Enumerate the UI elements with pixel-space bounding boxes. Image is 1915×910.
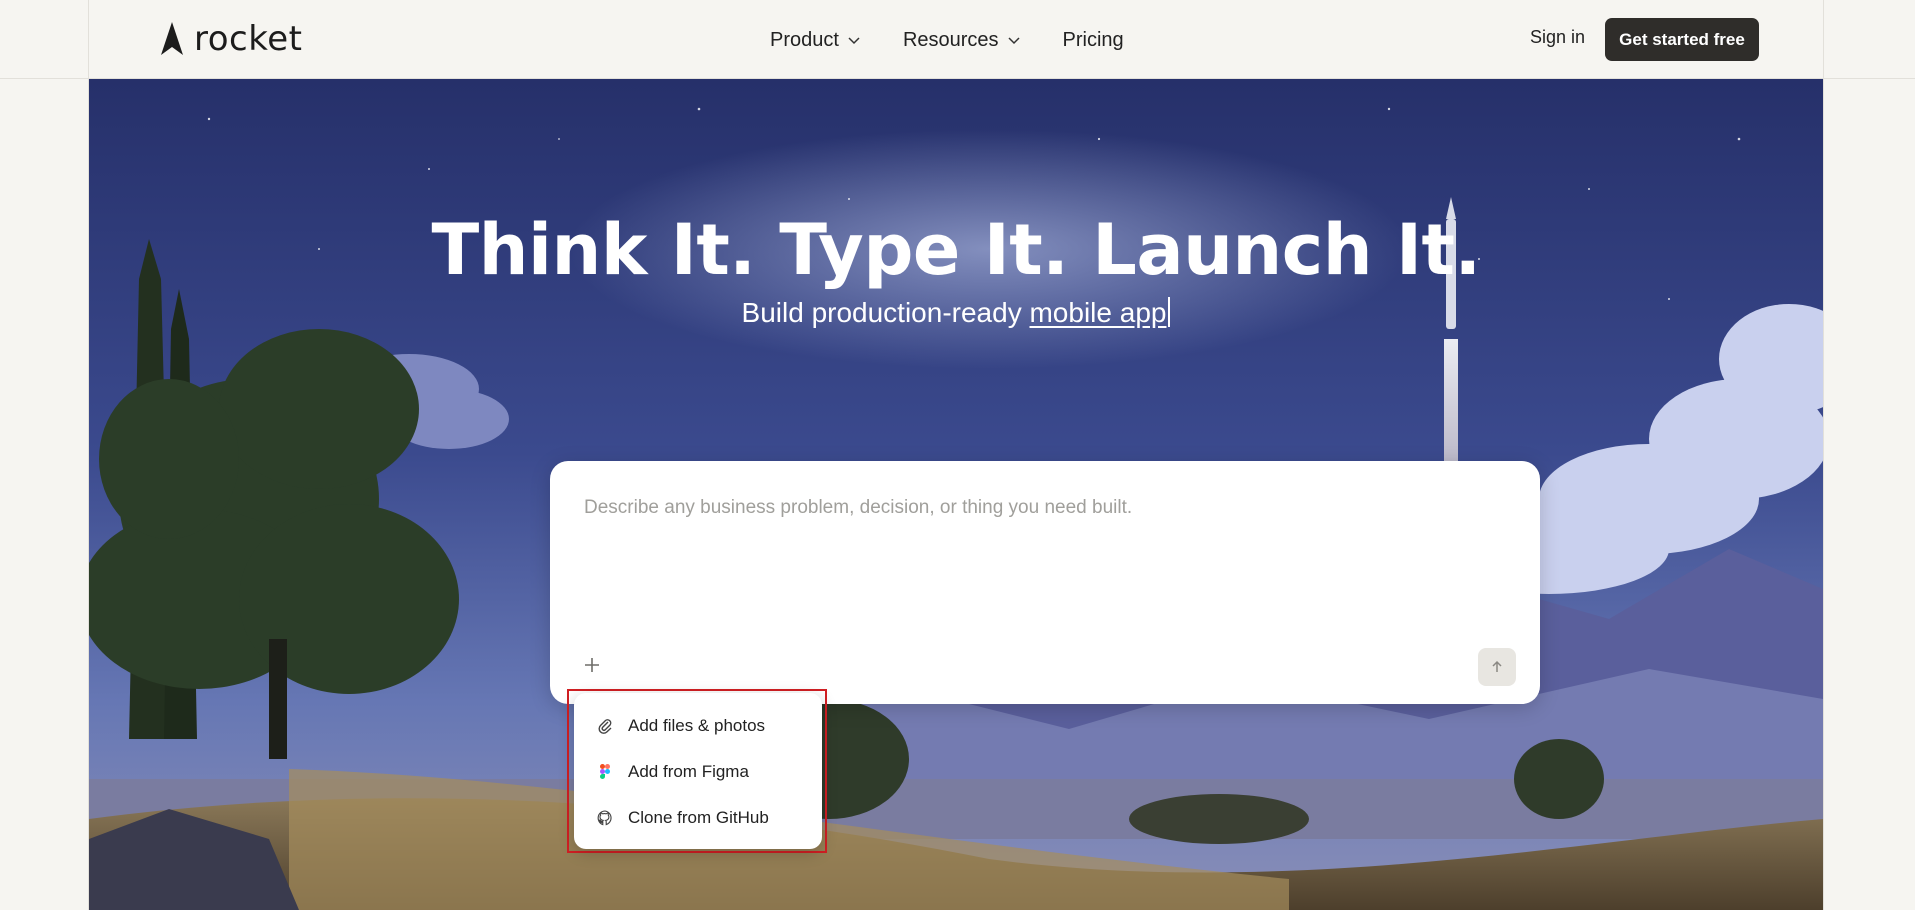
nav-item-label: Resources [902, 28, 999, 51]
get-started-button[interactable]: Get started free [1605, 18, 1759, 61]
nav-item-label: Product [770, 28, 839, 51]
brand-name: rocket [194, 19, 303, 59]
subline-typed-text: mobile app [1029, 297, 1167, 328]
menu-item-clone-github[interactable]: Clone from GitHub [574, 795, 822, 841]
prompt-input[interactable]: Describe any business problem, decision,… [584, 497, 1132, 519]
hero-section: Think It. Type It. Launch It. Build prod… [89, 79, 1823, 910]
chevron-down-icon [1008, 37, 1020, 45]
sign-in-link[interactable]: Sign in [1530, 27, 1585, 48]
prompt-box[interactable]: Describe any business problem, decision,… [550, 461, 1540, 704]
chevron-down-icon [848, 37, 860, 45]
menu-item-label: Add from Figma [628, 762, 749, 781]
github-icon [597, 810, 612, 826]
menu-item-add-figma[interactable]: Add from Figma [574, 749, 822, 795]
nav-item-pricing[interactable]: Pricing [1063, 29, 1124, 52]
figma-icon [600, 764, 610, 779]
menu-item-add-files[interactable]: Add files & photos [574, 703, 822, 749]
arrow-up-icon [1492, 660, 1502, 672]
nav-item-resources[interactable]: Resources [903, 29, 1021, 52]
top-navbar: rocket Product Resources Pricing Sign in… [0, 0, 1915, 79]
hero-headline: Think It. Type It. Launch It. [431, 209, 1481, 291]
rocket-logo-icon [161, 22, 183, 55]
menu-item-label: Add files & photos [628, 716, 766, 735]
subline-prefix: Build production-ready [741, 297, 1030, 328]
nav-item-product[interactable]: Product [770, 29, 861, 52]
send-button[interactable] [1478, 648, 1516, 686]
main-nav: Product Resources Pricing [770, 22, 1124, 58]
text-caret [1168, 297, 1171, 327]
attach-menu: Add files & photos Add from Figma Clone … [574, 693, 822, 849]
paperclip-icon [598, 719, 612, 734]
brand-logo[interactable]: rocket [152, 18, 302, 60]
menu-item-label: Clone from GitHub [628, 808, 769, 827]
nav-item-label: Pricing [1062, 28, 1124, 51]
plus-icon[interactable] [582, 655, 602, 675]
hero-subline: Build production-ready mobile app [89, 297, 1823, 329]
